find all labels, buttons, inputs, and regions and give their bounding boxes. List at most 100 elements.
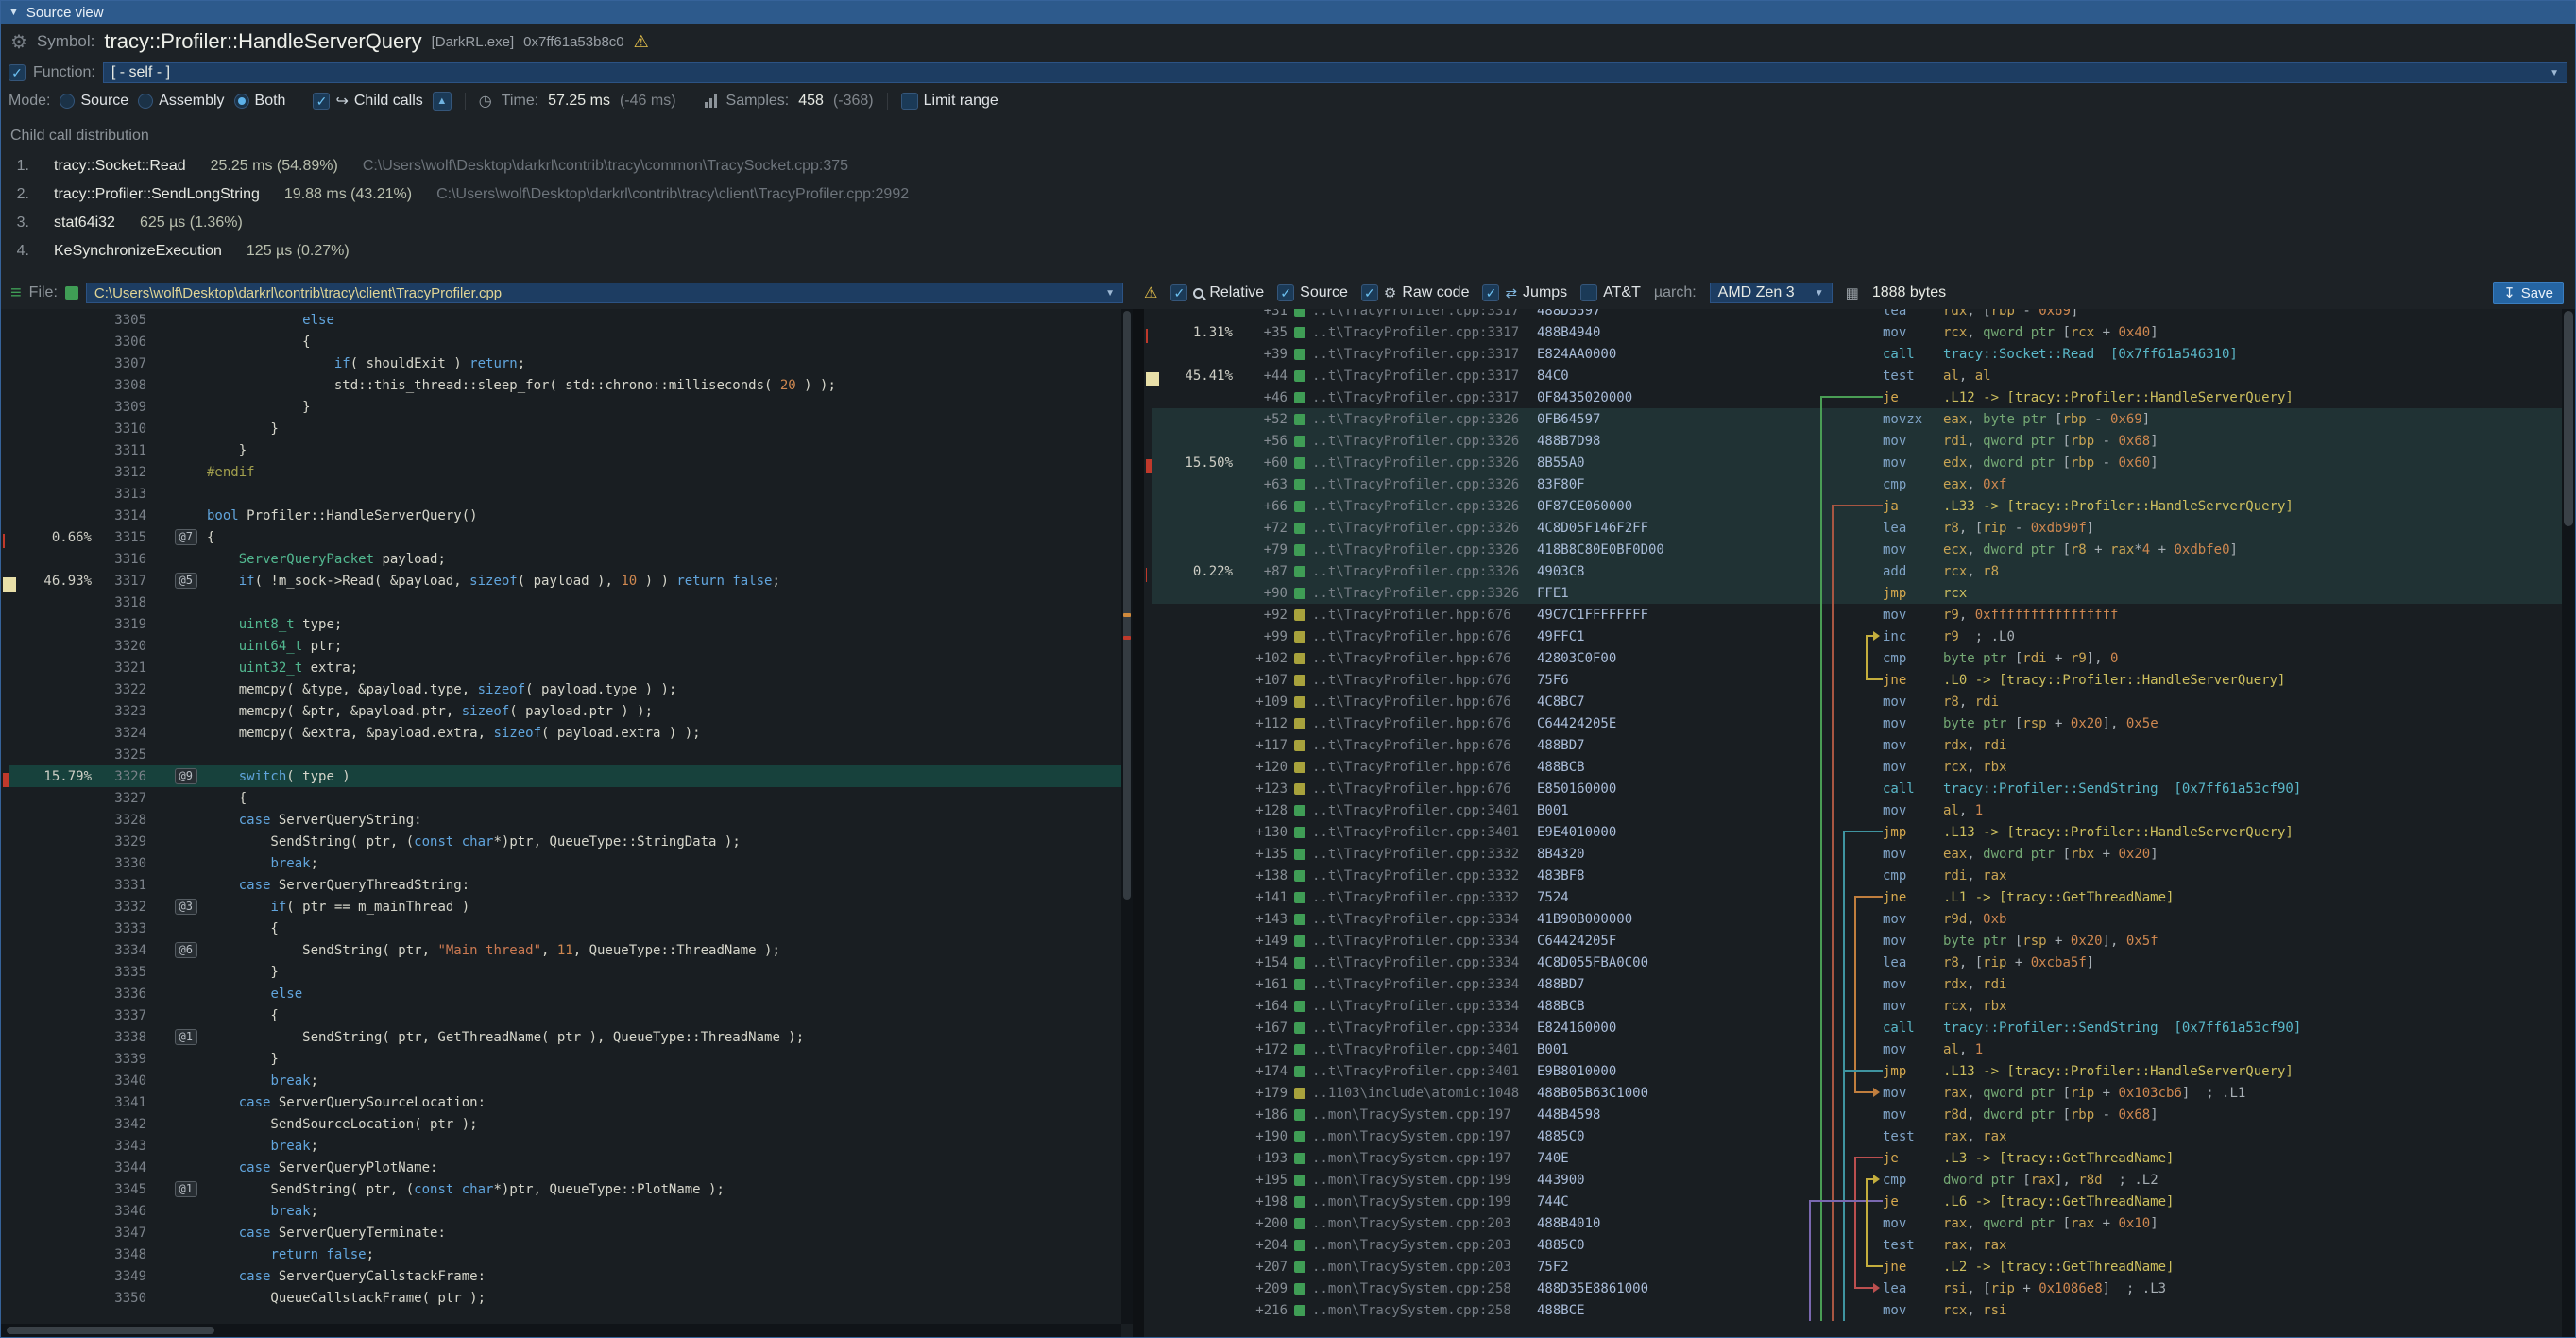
asm-row[interactable]: +138..t\TracyProfiler.cpp:3332483BF8cmpr… bbox=[1152, 865, 2562, 886]
asm-row[interactable]: +112..t\TracyProfiler.hpp:676C64424205Em… bbox=[1152, 712, 2562, 734]
child-call-entry[interactable]: 2.tracy::Profiler::SendLongString19.88 m… bbox=[10, 180, 2575, 209]
source-line[interactable]: 15.79%3326@9 switch( type ) bbox=[9, 765, 1133, 787]
asm-row[interactable]: +200..mon\TracySystem.cpp:203488B4010mov… bbox=[1152, 1212, 2562, 1234]
asm-row[interactable]: +72..t\TracyProfiler.cpp:33264C8D05F146F… bbox=[1152, 517, 2562, 539]
source-line[interactable]: 3310 } bbox=[9, 418, 1133, 439]
asm-row[interactable]: +204..mon\TracySystem.cpp:2034885C0testr… bbox=[1152, 1234, 2562, 1256]
uarch-select[interactable]: AMD Zen 3 ▼ bbox=[1710, 283, 1833, 303]
limit-range-checkbox[interactable]: ✓ Limit range bbox=[901, 93, 998, 110]
asm-row[interactable]: +39..t\TracyProfiler.cpp:3317E824AA0000c… bbox=[1152, 343, 2562, 365]
source-line[interactable]: 3344 case ServerQueryPlotName: bbox=[9, 1157, 1133, 1178]
asm-row[interactable]: +209..mon\TracySystem.cpp:258488D35E8861… bbox=[1152, 1278, 2562, 1299]
asm-row[interactable]: +174..t\TracyProfiler.cpp:3401E9B8010000… bbox=[1152, 1060, 2562, 1082]
function-select[interactable]: [ - self - ] ▼ bbox=[103, 62, 2567, 83]
asm-row[interactable]: +179..1103\include\atomic:1048488B05B63C… bbox=[1152, 1082, 2562, 1104]
source-line[interactable]: 3345@1 SendString( ptr, (const char*)ptr… bbox=[9, 1178, 1133, 1200]
asm-row[interactable]: +56..t\TracyProfiler.cpp:3326488B7D98mov… bbox=[1152, 430, 2562, 452]
child-calls-checkbox[interactable]: ✓ ↪ Child calls bbox=[313, 92, 422, 111]
source-line[interactable]: 3342 SendSourceLocation( ptr ); bbox=[9, 1113, 1133, 1135]
asm-row[interactable]: +161..t\TracyProfiler.cpp:3334488BD7movr… bbox=[1152, 973, 2562, 995]
source-line[interactable]: 3323 memcpy( &ptr, &payload.ptr, sizeof(… bbox=[9, 700, 1133, 722]
asm-row[interactable]: +190..mon\TracySystem.cpp:1974885C0testr… bbox=[1152, 1125, 2562, 1147]
asm-row[interactable]: +164..t\TracyProfiler.cpp:3334488BCBmovr… bbox=[1152, 995, 2562, 1017]
file-select[interactable]: C:\Users\wolf\Desktop\darkrl\contrib\tra… bbox=[86, 283, 1123, 303]
source-line[interactable]: 3350 QueueCallstackFrame( ptr ); bbox=[9, 1287, 1133, 1309]
child-call-entry[interactable]: 1.tracy::Socket::Read25.25 ms (54.89%)C:… bbox=[10, 152, 2575, 180]
asm-row[interactable]: +167..t\TracyProfiler.cpp:3334E824160000… bbox=[1152, 1017, 2562, 1038]
save-button[interactable]: ↧ Save bbox=[2493, 282, 2564, 304]
source-line[interactable]: 3325 bbox=[9, 744, 1133, 765]
source-line[interactable]: 3316 ServerQueryPacket payload; bbox=[9, 548, 1133, 570]
source-line[interactable]: 3340 break; bbox=[9, 1070, 1133, 1091]
relative-checkbox[interactable]: ✓ Relative bbox=[1170, 284, 1264, 301]
source-line[interactable]: 3312#endif bbox=[9, 461, 1133, 483]
source-line[interactable]: 3321 uint32_t extra; bbox=[9, 657, 1133, 678]
source-line[interactable]: 3305 else bbox=[9, 309, 1133, 331]
scrollbar-thumb[interactable] bbox=[1123, 311, 1131, 900]
asm-row[interactable]: 15.50%+60..t\TracyProfiler.cpp:33268B55A… bbox=[1152, 452, 2562, 473]
source-line[interactable]: 3327 { bbox=[9, 787, 1133, 809]
source-line[interactable]: 3339 } bbox=[9, 1048, 1133, 1070]
source-line[interactable]: 3336 else bbox=[9, 983, 1133, 1004]
source-line[interactable]: 3347 case ServerQueryTerminate: bbox=[9, 1222, 1133, 1244]
asm-row[interactable]: +123..t\TracyProfiler.hpp:676E850160000c… bbox=[1152, 778, 2562, 799]
source-line[interactable]: 3341 case ServerQuerySourceLocation: bbox=[9, 1091, 1133, 1113]
asm-row[interactable]: +193..mon\TracySystem.cpp:197740Eje.L3 -… bbox=[1152, 1147, 2562, 1169]
asm-row[interactable]: +128..t\TracyProfiler.cpp:3401B001moval,… bbox=[1152, 799, 2562, 821]
source-line[interactable]: 3308 std::this_thread::sleep_for( std::c… bbox=[9, 374, 1133, 396]
source-line[interactable]: 3333 { bbox=[9, 918, 1133, 939]
assembly-vertical-scrollbar[interactable] bbox=[2562, 309, 2575, 1337]
source-line[interactable]: 3320 uint64_t ptr; bbox=[9, 635, 1133, 657]
mode-both-radio[interactable]: Both bbox=[234, 93, 286, 110]
source-line[interactable]: 3335 } bbox=[9, 961, 1133, 983]
asm-row[interactable]: +135..t\TracyProfiler.cpp:33328B4320move… bbox=[1152, 843, 2562, 865]
jumps-checkbox[interactable]: ✓ ⇄ Jumps bbox=[1482, 284, 1567, 301]
asm-row[interactable]: +31..t\TracyProfiler.cpp:3317488D5597lea… bbox=[1152, 309, 2562, 321]
source-line[interactable]: 46.93%3317@5 if( !m_sock->Read( &payload… bbox=[9, 570, 1133, 592]
source-line[interactable]: 3337 { bbox=[9, 1004, 1133, 1026]
source-line[interactable]: 3306 { bbox=[9, 331, 1133, 352]
asm-row[interactable]: +46..t\TracyProfiler.cpp:33170F843502000… bbox=[1152, 386, 2562, 408]
scrollbar-thumb[interactable] bbox=[7, 1327, 214, 1334]
source-line[interactable]: 3349 case ServerQueryCallstackFrame: bbox=[9, 1265, 1133, 1287]
asm-row[interactable]: +52..t\TracyProfiler.cpp:33260FB64597mov… bbox=[1152, 408, 2562, 430]
asm-row[interactable]: 1.31%+35..t\TracyProfiler.cpp:3317488B49… bbox=[1152, 321, 2562, 343]
source-line[interactable]: 3338@1 SendString( ptr, GetThreadName( p… bbox=[9, 1026, 1133, 1048]
asm-row[interactable]: +149..t\TracyProfiler.cpp:3334C64424205F… bbox=[1152, 930, 2562, 952]
source-line[interactable]: 3324 memcpy( &extra, &payload.extra, siz… bbox=[9, 722, 1133, 744]
scrollbar-thumb[interactable] bbox=[2564, 311, 2573, 526]
source-line[interactable]: 3331 case ServerQueryThreadString: bbox=[9, 874, 1133, 896]
source-line[interactable]: 3330 break; bbox=[9, 852, 1133, 874]
source-line[interactable]: 3318 bbox=[9, 592, 1133, 613]
asm-row[interactable]: +172..t\TracyProfiler.cpp:3401B001moval,… bbox=[1152, 1038, 2562, 1060]
source-checkbox[interactable]: ✓ Source bbox=[1277, 284, 1348, 301]
source-line[interactable]: 3334@6 SendString( ptr, "Main thread", 1… bbox=[9, 939, 1133, 961]
asm-row[interactable]: +195..mon\TracySystem.cpp:199443900cmpdw… bbox=[1152, 1169, 2562, 1191]
source-line[interactable]: 3313 bbox=[9, 483, 1133, 505]
source-line[interactable]: 3346 break; bbox=[9, 1200, 1133, 1222]
att-syntax-checkbox[interactable]: ✓ AT&T bbox=[1580, 284, 1641, 301]
collapse-icon[interactable]: ▼ bbox=[9, 7, 19, 18]
asm-row[interactable]: 0.22%+87..t\TracyProfiler.cpp:33264903C8… bbox=[1152, 560, 2562, 582]
asm-row[interactable]: +117..t\TracyProfiler.hpp:676488BD7movrd… bbox=[1152, 734, 2562, 756]
source-vertical-scrollbar[interactable] bbox=[1121, 309, 1133, 1324]
asm-row[interactable]: +79..t\TracyProfiler.cpp:3326418B8C80E0B… bbox=[1152, 539, 2562, 560]
asm-row[interactable]: +107..t\TracyProfiler.hpp:67675F6jne.L0 … bbox=[1152, 669, 2562, 691]
asm-row[interactable]: +130..t\TracyProfiler.cpp:3401E9E4010000… bbox=[1152, 821, 2562, 843]
function-checkbox[interactable]: ✓ bbox=[9, 64, 26, 81]
asm-row[interactable]: +90..t\TracyProfiler.cpp:3326FFE1jmprcx bbox=[1152, 582, 2562, 604]
asm-row[interactable]: +99..t\TracyProfiler.hpp:67649FFC1incr9 … bbox=[1152, 626, 2562, 647]
source-line[interactable]: 3309 } bbox=[9, 396, 1133, 418]
source-line[interactable]: 3348 return false; bbox=[9, 1244, 1133, 1265]
propagate-up-button[interactable]: ▲ bbox=[433, 92, 452, 111]
child-call-entry[interactable]: 3.stat64i32625 µs (1.36%) bbox=[10, 209, 2575, 237]
asm-row[interactable]: 45.41%+44..t\TracyProfiler.cpp:331784C0t… bbox=[1152, 365, 2562, 386]
asm-row[interactable]: +216..mon\TracySystem.cpp:258488BCEmovrc… bbox=[1152, 1299, 2562, 1321]
asm-row[interactable]: +109..t\TracyProfiler.hpp:6764C8BC7movr8… bbox=[1152, 691, 2562, 712]
asm-row[interactable]: +120..t\TracyProfiler.hpp:676488BCBmovrc… bbox=[1152, 756, 2562, 778]
child-call-entry[interactable]: 4.KeSynchronizeExecution125 µs (0.27%) bbox=[10, 237, 2575, 266]
asm-row[interactable]: +63..t\TracyProfiler.cpp:332683F80Fcmpea… bbox=[1152, 473, 2562, 495]
file-list-icon[interactable]: ≡ bbox=[10, 283, 22, 304]
asm-row[interactable]: +198..mon\TracySystem.cpp:199744Cje.L6 -… bbox=[1152, 1191, 2562, 1212]
mode-assembly-radio[interactable]: Assembly bbox=[138, 93, 224, 110]
